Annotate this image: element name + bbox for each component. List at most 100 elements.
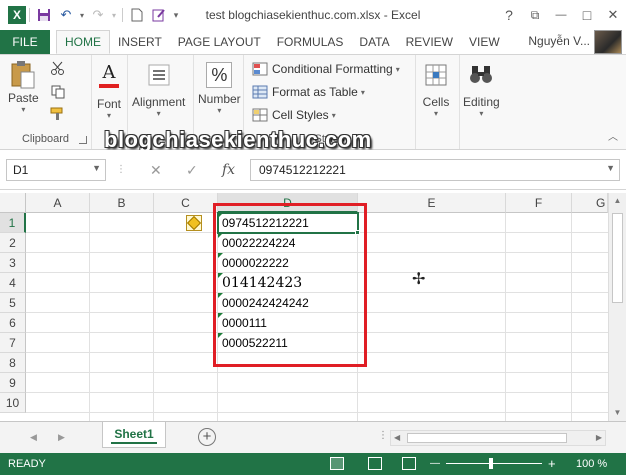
column-header-g[interactable]: G [572,193,608,213]
zoom-slider-thumb[interactable] [489,458,493,469]
qat-separator [29,8,30,22]
zoom-out-button[interactable]: — [430,458,440,469]
add-sheet-button[interactable]: + [198,428,216,446]
cut-button[interactable] [50,61,70,75]
insert-function-icon[interactable]: fx [222,162,235,178]
row-header-4[interactable]: 4 [0,273,26,293]
cells-group: Cells ▾ [416,55,460,149]
next-sheet-icon[interactable]: ▶ [58,432,65,443]
cells-icon [421,59,451,91]
format-painter-button[interactable] [50,107,70,121]
clipboard-launcher-icon[interactable] [79,136,87,144]
enter-icon[interactable]: ✓ [186,162,198,179]
sheet-tab-sheet1[interactable]: Sheet1 [102,422,166,448]
paste-button[interactable]: Paste ▾ [8,59,39,114]
tab-data[interactable]: DATA [351,30,397,54]
select-all-corner[interactable] [0,193,26,213]
row-header-3[interactable]: 3 [0,253,26,273]
save-icon[interactable] [33,4,55,26]
maximize-button[interactable]: □ [574,0,600,30]
vertical-scroll-thumb[interactable] [612,213,623,303]
editing-group: Editing ▾ [460,55,506,149]
row-header-7[interactable]: 7 [0,333,26,353]
page-layout-view-icon[interactable] [368,457,382,470]
copy-button[interactable] [50,85,70,99]
cells-button[interactable]: Cells ▾ [421,59,451,118]
error-warning-icon[interactable] [186,215,202,231]
tab-insert[interactable]: INSERT [110,30,170,54]
scroll-up-icon[interactable]: ▲ [609,193,626,209]
number-button[interactable]: % Number ▾ [198,59,241,115]
percent-icon: % [206,62,233,88]
column-header-a[interactable]: A [26,193,90,213]
redo-dropdown-icon[interactable]: ▾ [109,4,119,26]
formula-input[interactable]: 0974512212221 ▼ [250,159,620,181]
zoom-slider-track[interactable] [446,463,542,464]
column-header-b[interactable]: B [90,193,154,213]
prev-sheet-icon[interactable]: ◀ [30,432,37,443]
scroll-right-icon[interactable]: ▶ [596,431,602,445]
row-header-10[interactable]: 10 [0,393,26,413]
font-button[interactable]: A Font ▾ [94,59,124,120]
tab-review[interactable]: REVIEW [398,30,461,54]
undo-dropdown-icon[interactable]: ▾ [77,4,87,26]
conditional-formatting-icon [252,62,268,76]
name-box[interactable]: D1 ▼ [6,159,106,181]
tab-page-layout[interactable]: PAGE LAYOUT [170,30,269,54]
name-box-dropdown-icon[interactable]: ▼ [92,163,101,173]
tab-view[interactable]: VIEW [461,30,508,54]
row-header-1[interactable]: 1 [0,213,26,233]
formula-bar-grip-icon[interactable]: ⋮ [116,164,126,175]
redo-icon[interactable]: ↷ [87,4,109,26]
column-header-c[interactable]: C [154,193,218,213]
scroll-down-icon[interactable]: ▼ [609,405,626,421]
tab-file[interactable]: FILE [0,30,50,54]
page-break-view-icon[interactable] [402,457,416,470]
excel-logo-icon[interactable]: X [8,6,26,24]
vertical-scrollbar[interactable]: ▲ ▼ [608,193,626,421]
gridline [26,372,608,373]
name-box-value: D1 [13,163,29,177]
undo-icon[interactable]: ↶ [55,4,77,26]
status-bar: READY — + 100 % [0,453,626,475]
collapse-ribbon-icon[interactable]: ︿ [608,128,618,143]
ribbon-display-options-button[interactable]: ⧉ [522,0,548,30]
cancel-icon[interactable]: ✕ [150,162,162,179]
help-button[interactable]: ? [496,0,522,30]
horizontal-scroll-thumb[interactable] [407,433,567,443]
conditional-formatting-button[interactable]: Conditional Formatting ▾ [252,62,400,76]
spreadsheet-grid[interactable]: A B C D E F G 1 2 3 4 5 6 7 8 9 10 09745… [0,193,608,421]
column-header-e[interactable]: E [358,193,506,213]
close-button[interactable]: ✕ [600,0,626,30]
tab-split-icon[interactable]: ⋮ [378,430,388,441]
form-icon[interactable] [148,4,170,26]
row-header-8[interactable]: 8 [0,353,26,373]
row-header-9[interactable]: 9 [0,373,26,393]
column-header-f[interactable]: F [506,193,572,213]
copy-icon [51,85,65,99]
user-name[interactable]: Nguyễn V... [528,34,590,48]
format-as-table-button[interactable]: Format as Table ▾ [252,85,365,99]
row-header-5[interactable]: 5 [0,293,26,313]
expand-formula-bar-icon[interactable]: ▼ [606,163,615,173]
font-dropdown-icon: ▾ [106,111,111,120]
alignment-dropdown-icon: ▾ [156,109,161,118]
qat-customize-icon[interactable]: ▾ [170,4,182,26]
paste-dropdown-icon[interactable]: ▾ [21,105,25,114]
editing-button[interactable]: Editing ▾ [463,59,500,118]
tab-formulas[interactable]: FORMULAS [269,30,352,54]
font-label: Font [96,97,121,111]
new-file-icon[interactable] [126,4,148,26]
zoom-in-button[interactable]: + [548,456,556,471]
row-header-6[interactable]: 6 [0,313,26,333]
avatar[interactable] [594,30,622,54]
minimize-button[interactable]: — [548,0,574,30]
tab-home[interactable]: HOME [56,30,110,54]
normal-view-icon[interactable] [330,457,344,470]
row-header-2[interactable]: 2 [0,233,26,253]
cell-styles-button[interactable]: Cell Styles ▾ [252,108,336,122]
horizontal-scrollbar[interactable]: ◀ ▶ [390,430,606,446]
scroll-left-icon[interactable]: ◀ [394,431,400,445]
alignment-button[interactable]: Alignment ▾ [132,59,185,118]
zoom-level[interactable]: 100 % [576,458,607,470]
